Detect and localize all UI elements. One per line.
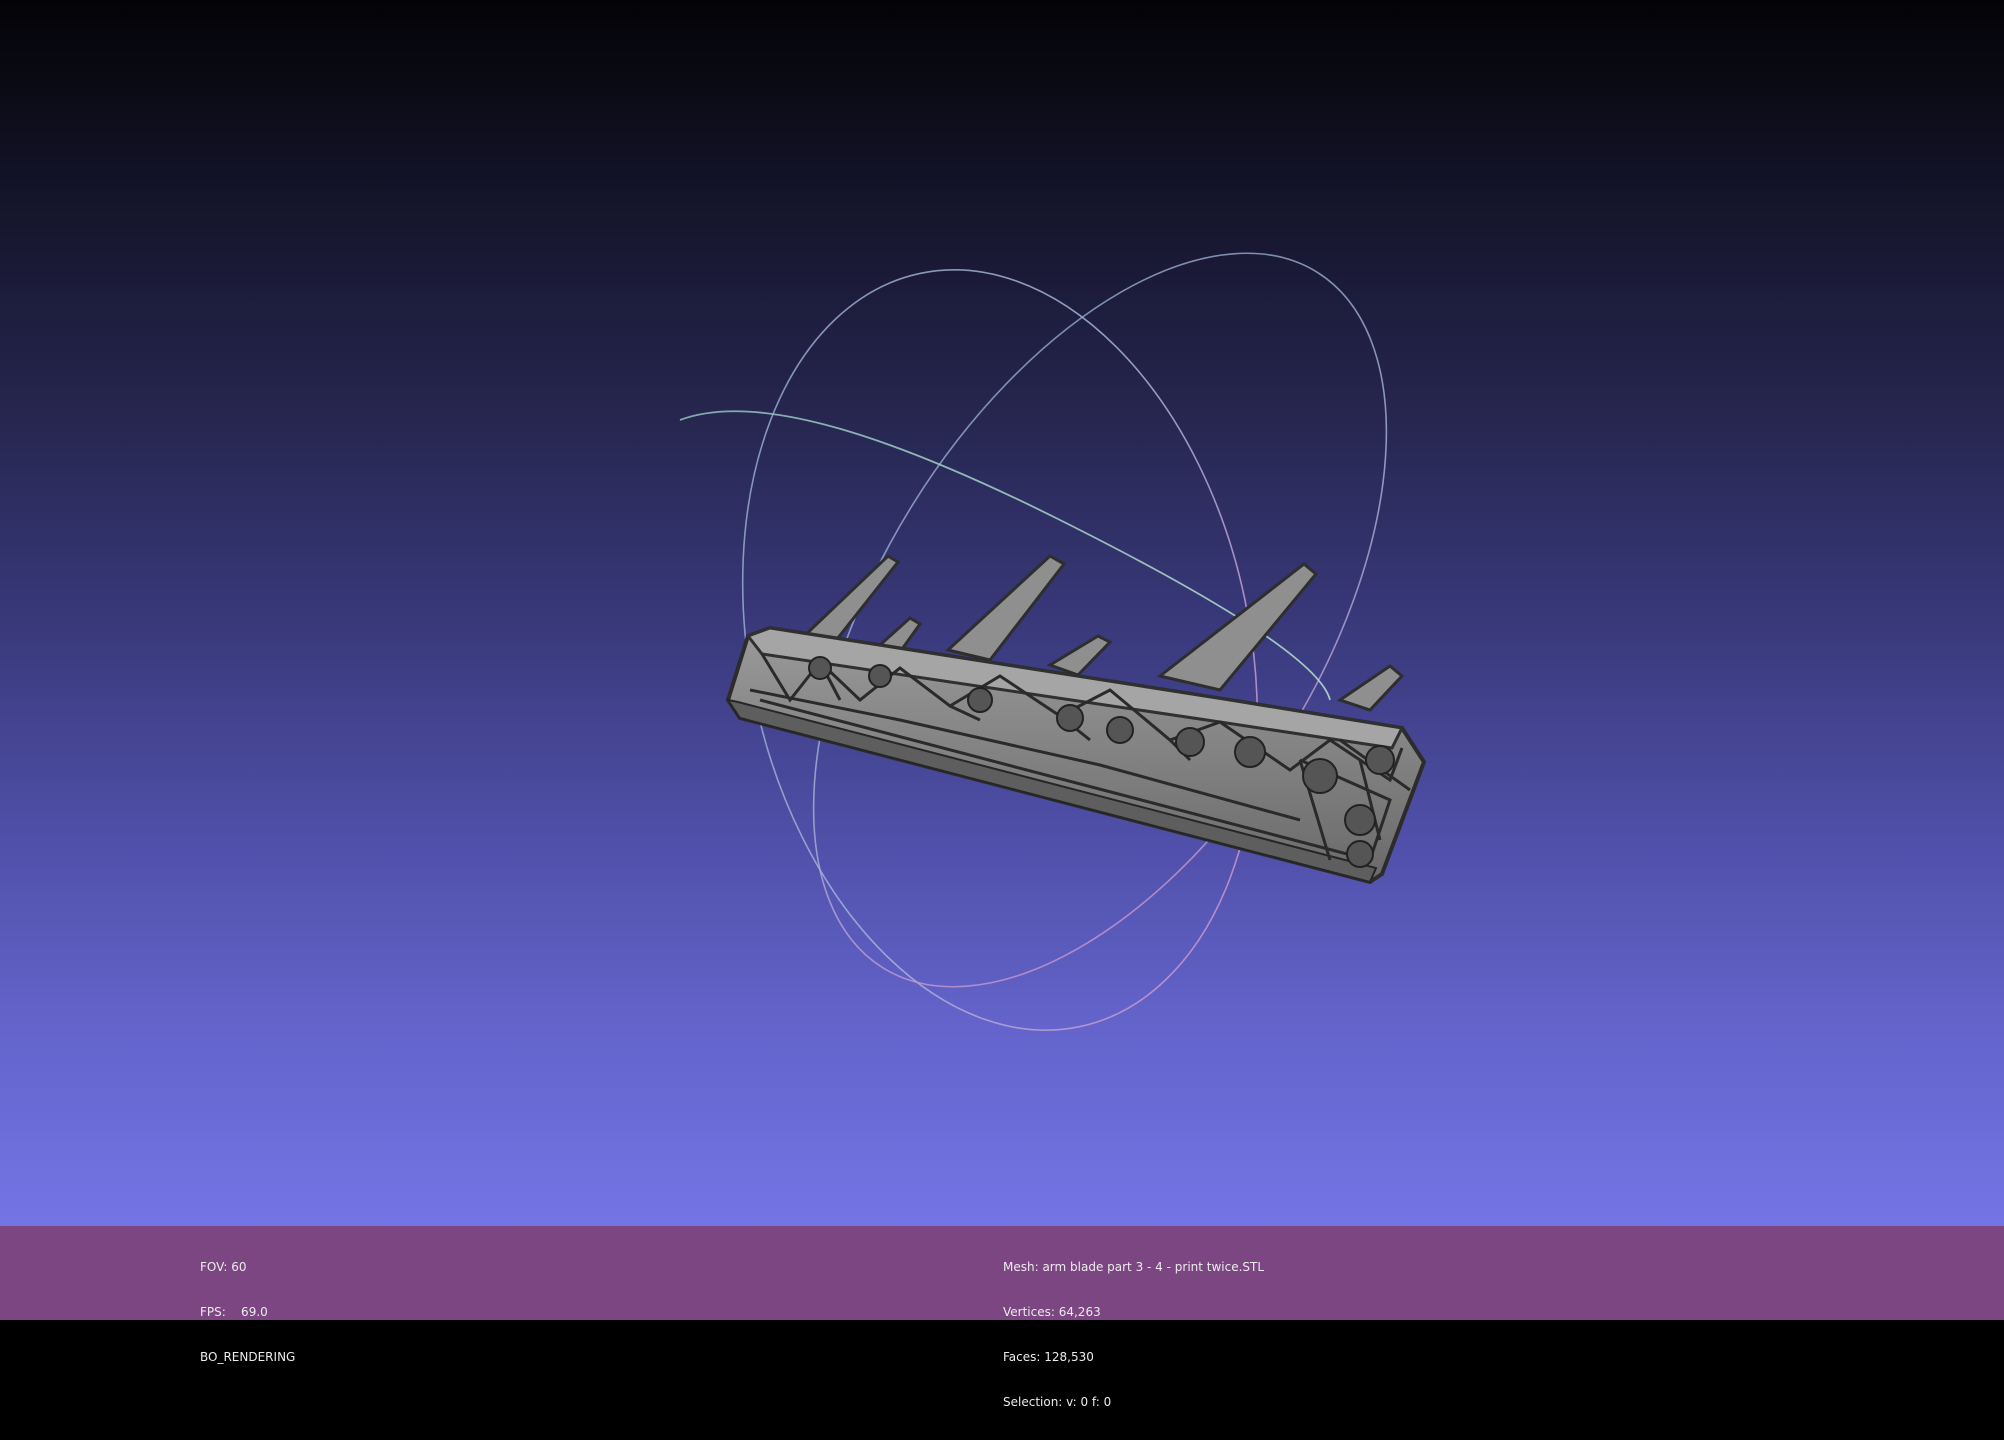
vertices-label: Vertices: 64,263 [1003, 1305, 1101, 1319]
scene-canvas[interactable] [0, 0, 2004, 1226]
trackball-gizmo[interactable] [675, 156, 1503, 1085]
faces-label: Faces: 128,530 [1003, 1350, 1094, 1364]
3d-viewport[interactable] [0, 0, 2004, 1226]
mesh-name-label: Mesh: arm blade part 3 - 4 - print twice… [1003, 1260, 1265, 1274]
status-bar: FOV: 60 FPS: 69.0 BO_RENDERING Mesh: arm… [0, 1226, 2004, 1409]
blade-mesh[interactable] [725, 554, 1427, 885]
render-mode-label: BO_RENDERING [200, 1350, 296, 1364]
fps-label: FPS: 69.0 [200, 1305, 268, 1319]
mesh-info: Mesh: arm blade part 3 - 4 - print twice… [1003, 1230, 1264, 1440]
trackball-ring-tilted [812, 252, 1388, 988]
fov-label: FOV: 60 [200, 1260, 247, 1274]
render-info: FOV: 60 FPS: 69.0 BO_RENDERING [200, 1230, 295, 1395]
selection-label: Selection: v: 0 f: 0 [1003, 1395, 1112, 1409]
